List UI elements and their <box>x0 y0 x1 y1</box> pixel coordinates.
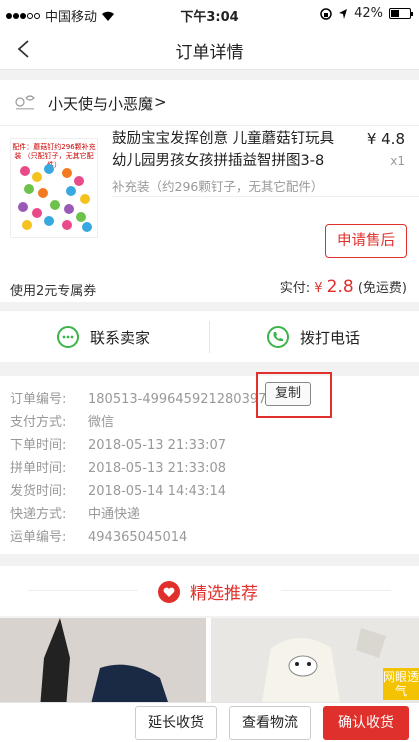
paid-amount: 实付: ¥ 2.8 (免运费) <box>280 277 407 297</box>
ship-time-value: 2018-05-14 14:43:14 <box>88 484 227 499</box>
divider <box>112 196 419 197</box>
shop-row[interactable]: 小天使与小恶魔 > <box>0 80 419 126</box>
extend-receipt-button[interactable]: 延长收货 <box>135 706 217 740</box>
confirm-receipt-button[interactable]: 确认收货 <box>323 706 409 740</box>
group-time-value: 2018-05-13 21:33:08 <box>88 461 227 476</box>
tracking-row: 运单编号: 494365045014 <box>10 526 187 545</box>
battery-percent: 42% <box>354 6 383 21</box>
mesh-tag: 网眼透气 <box>383 668 419 700</box>
order-time-label: 下单时间: <box>10 438 67 453</box>
heart-icon <box>158 580 180 603</box>
nav-bar: 订单详情 <box>0 28 419 70</box>
recommend-item-image[interactable] <box>0 618 206 708</box>
recommend-label: 精选推荐 <box>190 584 258 604</box>
contact-seller-label: 联系卖家 <box>90 328 151 347</box>
divider <box>28 590 138 591</box>
group-time-row: 拼单时间: 2018-05-13 21:33:08 <box>10 457 226 476</box>
divider <box>209 321 210 353</box>
divider <box>281 590 391 591</box>
product-price: ¥ 4.8 <box>366 130 405 148</box>
view-logistics-button[interactable]: 查看物流 <box>229 706 311 740</box>
ship-time-label: 发货时间: <box>10 484 67 499</box>
contact-row: 联系卖家 拨打电话 <box>0 310 419 362</box>
phone-icon <box>267 326 289 348</box>
product-quantity: x1 <box>390 154 405 168</box>
bottom-action-bar: 延长收货 查看物流 确认收货 <box>0 702 419 742</box>
order-number-label: 订单编号: <box>10 392 67 407</box>
status-right: 42% <box>320 6 413 21</box>
order-time-row: 下单时间: 2018-05-13 21:33:07 <box>10 434 226 453</box>
express-value: 中通快递 <box>88 507 141 522</box>
contact-seller-button[interactable]: 联系卖家 <box>56 325 150 349</box>
status-bar: 中国移动 下午3:04 42% <box>0 0 419 28</box>
lock-rotation-icon <box>320 7 332 20</box>
copy-order-number-button[interactable]: 复制 <box>265 382 311 406</box>
order-info-section: 订单编号: 180513-499645921280397 支付方式: 微信 下单时间… <box>0 376 419 554</box>
shop-name[interactable]: 小天使与小恶魔 <box>48 93 153 114</box>
ship-time-row: 发货时间: 2018-05-14 14:43:14 <box>10 480 226 499</box>
express-label: 快递方式: <box>10 507 67 522</box>
paid-value: 2.8 <box>326 277 354 297</box>
group-time-label: 拼单时间: <box>10 461 67 476</box>
recommend-grid: 网眼透气 <box>0 618 419 708</box>
payment-method-label: 支付方式: <box>10 415 67 430</box>
coupon-label: 使用2元专属券 <box>10 284 97 299</box>
recommend-item-image[interactable]: 网眼透气 <box>211 618 419 708</box>
paid-prefix: 实付: <box>279 281 311 296</box>
chat-icon <box>57 326 79 348</box>
payment-row: 使用2元专属券 实付: ¥ 2.8 (免运费) <box>0 274 419 302</box>
product-thumbnail[interactable]: 配件：蘑菇钉约296颗补充装 （只配钉子，无其它配件） <box>10 138 98 238</box>
tracking-label: 运单编号: <box>10 530 67 545</box>
product-image-pegs <box>18 164 92 232</box>
call-phone-label: 拨打电话 <box>300 328 361 347</box>
call-phone-button[interactable]: 拨打电话 <box>266 325 360 349</box>
shipping-note: (免运费) <box>357 281 407 296</box>
product-photo-shoes <box>0 618 206 708</box>
location-icon <box>339 8 348 19</box>
payment-method-value: 微信 <box>88 415 115 430</box>
product-spec: 补充装（约296颗钉子，无其它配件） <box>112 179 324 194</box>
product-title[interactable]: 鼓励宝宝发挥创意 儿童蘑菇钉玩具幼儿园男孩女孩拼插益智拼图3-8 <box>112 128 342 172</box>
paid-currency: ¥ <box>314 281 323 296</box>
chevron-right-icon: > <box>154 93 167 111</box>
tracking-value: 494365045014 <box>88 530 188 545</box>
apply-after-sale-button[interactable]: 申请售后 <box>325 224 407 258</box>
recommend-title: 精选推荐 <box>158 579 258 604</box>
page-title: 订单详情 <box>175 43 244 63</box>
payment-method-row: 支付方式: 微信 <box>10 411 114 430</box>
shop-logo-icon <box>15 95 35 110</box>
order-number-value: 180513-499645921280397 <box>88 392 267 407</box>
express-row: 快递方式: 中通快递 <box>10 503 140 522</box>
recommend-header: 精选推荐 <box>0 566 419 616</box>
battery-icon <box>389 8 413 19</box>
order-time-value: 2018-05-13 21:33:07 <box>88 438 227 453</box>
order-number-row: 订单编号: 180513-499645921280397 <box>10 388 266 407</box>
